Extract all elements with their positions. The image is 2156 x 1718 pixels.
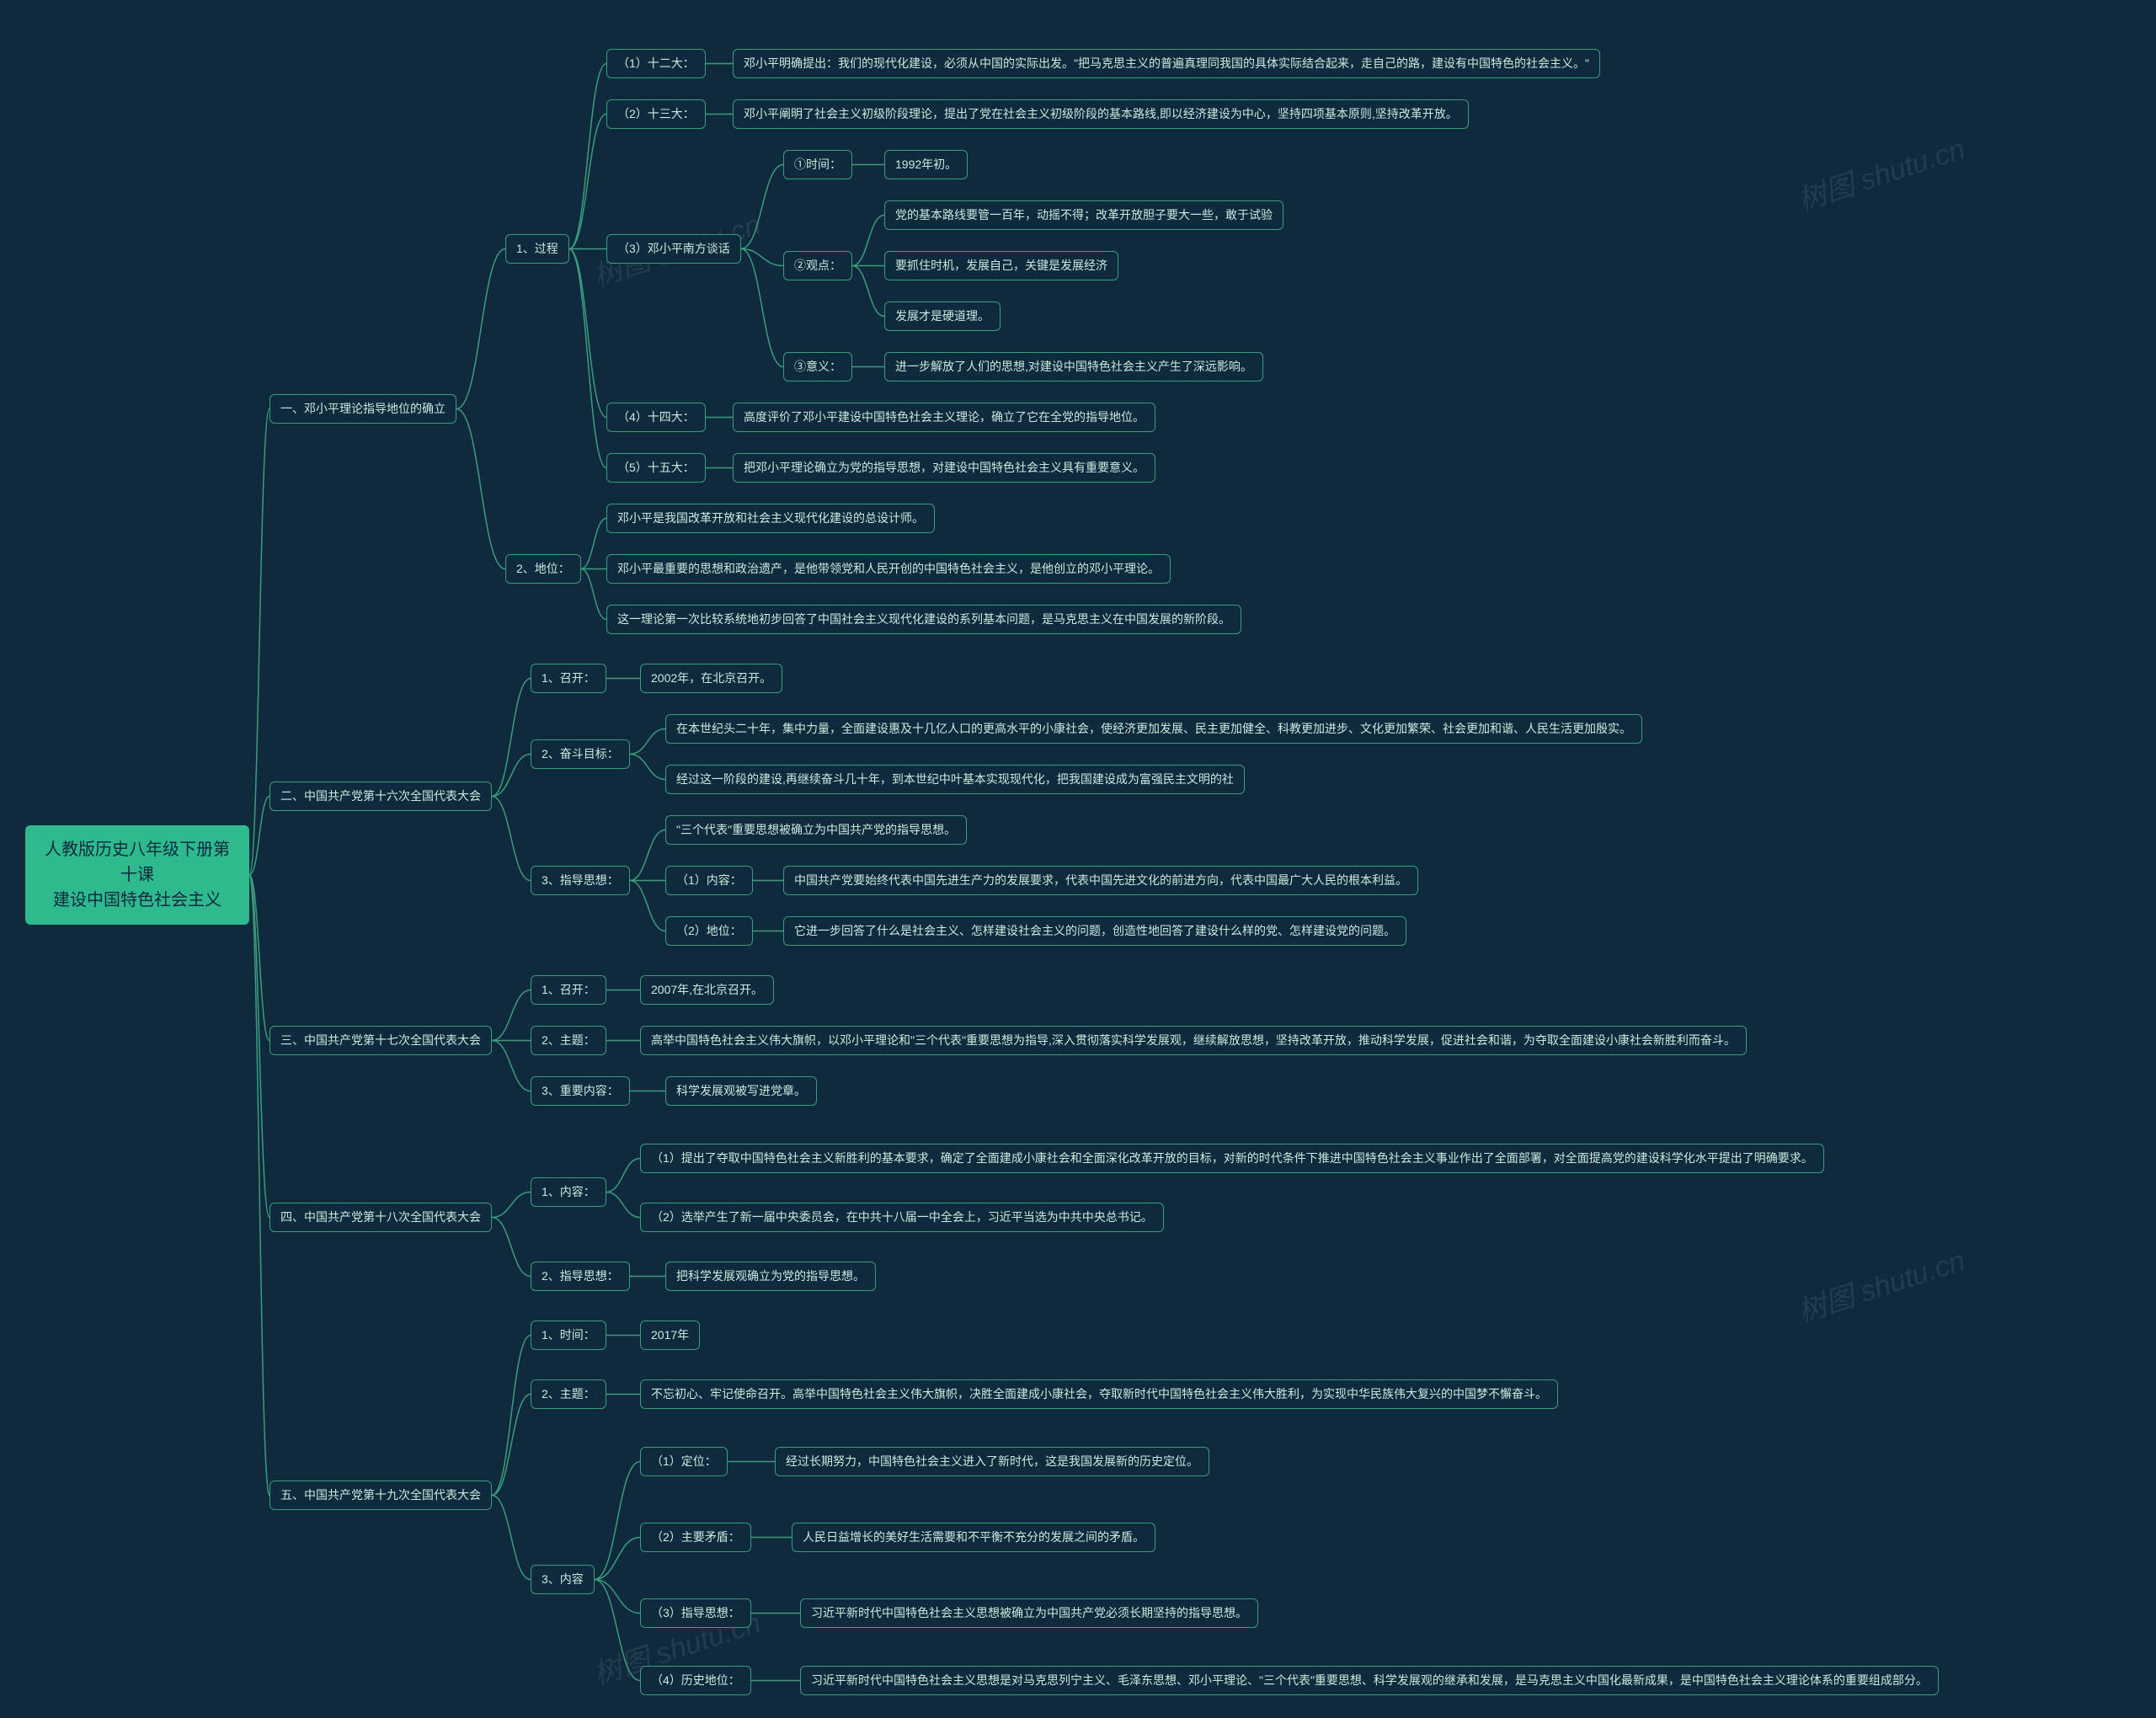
s1-i5-text: 把邓小平理论确立为党的指导思想，对建设中国特色社会主义具有重要意义。 (733, 453, 1155, 483)
section-4[interactable]: 四、中国共产党第十八次全国代表大会 (270, 1203, 492, 1232)
s2-held-text: 2002年，在北京召开。 (640, 664, 782, 693)
root-title-line2: 建设中国特色社会主义 (40, 888, 234, 913)
s2-guide-c2-text: 它进一步回答了什么是社会主义、怎样建设社会主义的问题，创造性地回答了建设什么样的… (783, 916, 1406, 946)
s1-status-3: 这一理论第一次比较系统地初步回答了中国社会主义现代化建设的系列基本问题，是马克思… (606, 605, 1241, 634)
s5-c1-text: 经过长期努力，中国特色社会主义进入了新时代，这是我国发展新的历史定位。 (775, 1447, 1209, 1476)
s1-i3-time-label[interactable]: ①时间： (783, 150, 852, 179)
s2-guide-c1-text: 中国共产党要始终代表中国先进生产力的发展要求，代表中国先进文化的前进方向，代表中… (783, 866, 1418, 895)
root-title-line1: 人教版历史八年级下册第十课 (40, 837, 234, 888)
s1-i2-label[interactable]: （2）十三大： (606, 99, 706, 129)
s5-content-label[interactable]: 3、内容 (531, 1565, 595, 1594)
s5-c4-text: 习近平新时代中国特色社会主义思想是对马克思列宁主义、毛泽东思想、邓小平理论、"三… (800, 1666, 1939, 1695)
s1-i3-sig-label[interactable]: ③意义： (783, 352, 852, 381)
s5-c2-text: 人民日益增长的美好生活需要和不平衡不充分的发展之间的矛盾。 (792, 1523, 1155, 1552)
s1-i3-view-label[interactable]: ②观点： (783, 251, 852, 280)
s3-held-label[interactable]: 1、召开： (531, 975, 606, 1005)
s2-held-label[interactable]: 1、召开： (531, 664, 606, 693)
s1-status[interactable]: 2、地位： (505, 554, 581, 584)
s5-c1-label[interactable]: （1）定位： (640, 1447, 728, 1476)
s5-time-text: 2017年 (640, 1321, 700, 1350)
s3-theme-text: 高举中国特色社会主义伟大旗帜，以邓小平理论和"三个代表"重要思想为指导,深入贯彻… (640, 1026, 1747, 1055)
s4-guide-text: 把科学发展观确立为党的指导思想。 (665, 1262, 876, 1291)
s1-i3-time-text: 1992年初。 (884, 150, 968, 179)
s1-i3-view-1: 党的基本路线要管一百年，动摇不得；改革开放胆子要大一些，敢于试验 (884, 200, 1283, 230)
s2-goal-1: 在本世纪头二十年，集中力量，全面建设惠及十几亿人口的更高水平的小康社会，使经济更… (665, 714, 1642, 744)
s1-i3-label[interactable]: （3）邓小平南方谈话 (606, 234, 741, 264)
s5-c3-label[interactable]: （3）指导思想： (640, 1598, 751, 1628)
s1-i3-sig-text: 进一步解放了人们的思想,对建设中国特色社会主义产生了深远影响。 (884, 352, 1263, 381)
section-3[interactable]: 三、中国共产党第十七次全国代表大会 (270, 1026, 492, 1055)
s1-i5-label[interactable]: （5）十五大： (606, 453, 706, 483)
mindmap-canvas: 树图 shutu.cn 树图 shutu.cn 树图 shutu.cn 树图 s… (0, 0, 2156, 1718)
watermark: 树图 shutu.cn (1791, 1237, 1969, 1330)
s4-content-2: （2）选举产生了新一届中央委员会，在中共十八届一中全会上，习近平当选为中共中央总… (640, 1203, 1164, 1232)
s3-content-text: 科学发展观被写进党章。 (665, 1076, 817, 1106)
s2-goal-2: 经过这一阶段的建设,再继续奋斗几十年，到本世纪中叶基本实现现代化，把我国建设成为… (665, 765, 1245, 794)
s1-status-2: 邓小平最重要的思想和政治遗产，是他带领党和人民开创的中国特色社会主义，是他创立的… (606, 554, 1171, 584)
s1-i3-view-3: 发展才是硬道理。 (884, 301, 1001, 331)
s2-guide-c2-label[interactable]: （2）地位： (665, 916, 753, 946)
s1-i2-text: 邓小平阐明了社会主义初级阶段理论，提出了党在社会主义初级阶段的基本路线,即以经济… (733, 99, 1469, 129)
s5-theme-text: 不忘初心、牢记使命召开。高举中国特色社会主义伟大旗帜，决胜全面建成小康社会，夺取… (640, 1379, 1558, 1409)
s2-guide-0: "三个代表"重要思想被确立为中国共产党的指导思想。 (665, 815, 967, 845)
s5-c3-text: 习近平新时代中国特色社会主义思想被确立为中国共产党必须长期坚持的指导思想。 (800, 1598, 1258, 1628)
s4-content-1: （1）提出了夺取中国特色社会主义新胜利的基本要求，确定了全面建成小康社会和全面深… (640, 1144, 1824, 1173)
s1-i4-label[interactable]: （4）十四大： (606, 403, 706, 432)
s1-i3-view-2: 要抓住时机，发展自己，关键是发展经济 (884, 251, 1118, 280)
s3-content-label[interactable]: 3、重要内容： (531, 1076, 630, 1106)
s5-c4-label[interactable]: （4）历史地位： (640, 1666, 751, 1695)
s2-guide-label[interactable]: 3、指导思想： (531, 866, 630, 895)
s5-theme-label[interactable]: 2、主题： (531, 1379, 606, 1409)
s1-process[interactable]: 1、过程 (505, 234, 569, 264)
s1-i4-text: 高度评价了邓小平建设中国特色社会主义理论，确立了它在全党的指导地位。 (733, 403, 1155, 432)
s4-guide-label[interactable]: 2、指导思想： (531, 1262, 630, 1291)
s1-status-1: 邓小平是我国改革开放和社会主义现代化建设的总设计师。 (606, 504, 935, 533)
section-2[interactable]: 二、中国共产党第十六次全国代表大会 (270, 782, 492, 811)
s4-content-label[interactable]: 1、内容： (531, 1177, 606, 1207)
root-node[interactable]: 人教版历史八年级下册第十课 建设中国特色社会主义 (25, 825, 249, 925)
section-1[interactable]: 一、邓小平理论指导地位的确立 (270, 394, 456, 424)
s1-i1-text: 邓小平明确提出：我们的现代化建设，必须从中国的实际出发。"把马克思主义的普遍真理… (733, 49, 1600, 78)
watermark: 树图 shutu.cn (1791, 125, 1969, 218)
s2-guide-c1-label[interactable]: （1）内容： (665, 866, 753, 895)
s3-theme-label[interactable]: 2、主题： (531, 1026, 606, 1055)
s1-i1-label[interactable]: （1）十二大： (606, 49, 706, 78)
s5-time-label[interactable]: 1、时间： (531, 1321, 606, 1350)
section-5[interactable]: 五、中国共产党第十九次全国代表大会 (270, 1481, 492, 1510)
s2-goal-label[interactable]: 2、奋斗目标： (531, 739, 630, 769)
s3-held-text: 2007年,在北京召开。 (640, 975, 774, 1005)
s5-c2-label[interactable]: （2）主要矛盾： (640, 1523, 751, 1552)
